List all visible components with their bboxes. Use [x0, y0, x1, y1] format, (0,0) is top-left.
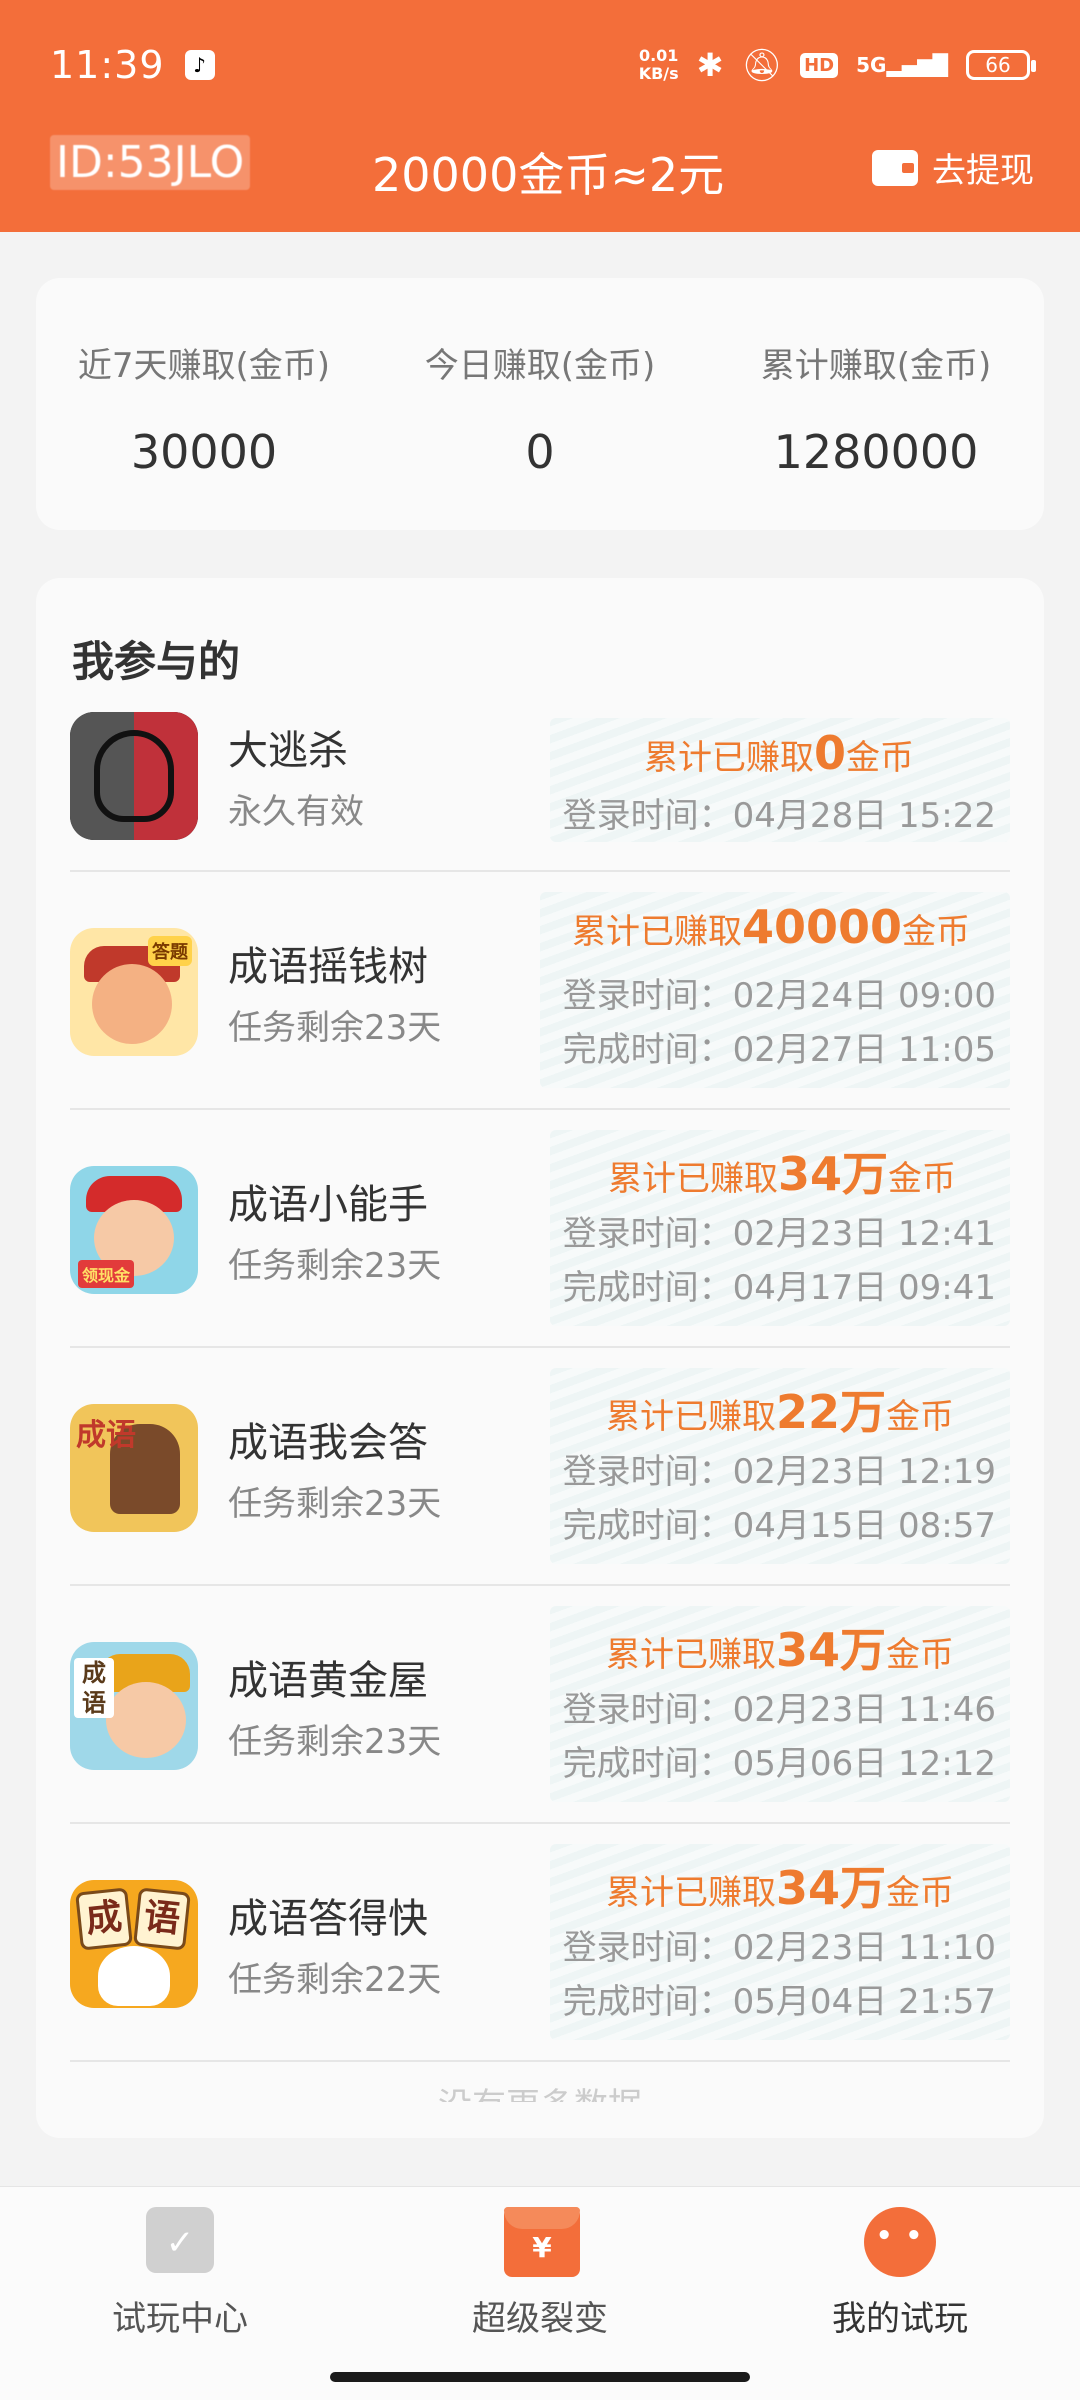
complete-time: 完成时间：04月15日 08:57 — [562, 1506, 996, 1546]
earn-box: 累计已赚取34万金币 登录时间：02月23日 11:46 完成时间：05月06日… — [550, 1606, 1010, 1802]
list-item[interactable]: 成 语 成语答得快 任务剩余22天 累计已赚取34万金币 登录时间：02月23日… — [70, 1824, 1010, 2062]
earnings-summary-card: 近7天赚取(金币) 30000 今日赚取(金币) 0 累计赚取(金币) 1280… — [36, 278, 1044, 530]
earn-total: 累计已赚取34万金币 — [607, 1147, 956, 1201]
game-remaining: 任务剩余22天 — [228, 1960, 442, 2000]
status-bar: 11:39 ♪ 0.01 KB/s ✱ 🔕︎ HD 5G▂▄▆█ 66 — [0, 30, 1080, 100]
bluetooth-icon: ✱ — [696, 46, 724, 84]
earn-box: 累计已赚取34万金币 登录时间：02月23日 11:10 完成时间：05月04日… — [550, 1844, 1010, 2040]
earn-total: 累计已赚取34万金币 — [605, 1623, 954, 1677]
game-remaining: 任务剩余23天 — [228, 1246, 442, 1286]
earn-box: 累计已赚取22万金币 登录时间：02月23日 12:19 完成时间：04月15日… — [550, 1368, 1010, 1564]
net-speed: 0.01 KB/s — [638, 46, 679, 83]
list-item[interactable]: 成语 成语我会答 任务剩余23天 累计已赚取22万金币 登录时间：02月23日 … — [70, 1348, 1010, 1586]
login-time: 登录时间：02月23日 11:10 — [562, 1928, 996, 1968]
tab-super-fission[interactable]: 超级裂变 — [410, 2207, 670, 2340]
red-envelope-icon — [504, 2207, 580, 2277]
tab-trial-center[interactable]: 试玩中心 — [50, 2207, 310, 2340]
earn-box: 累计已赚取0金币 登录时间：04月28日 15:22 — [550, 718, 1010, 842]
mute-bell-icon: 🔕︎ — [741, 46, 783, 84]
game-name: 大逃杀 — [228, 728, 348, 774]
exchange-rate: 20000金币≈2元 — [372, 148, 725, 202]
game-name: 成语摇钱树 — [228, 944, 428, 990]
game-name: 成语小能手 — [228, 1182, 428, 1228]
game-remaining: 任务剩余23天 — [228, 1722, 442, 1762]
gorilla-app-icon — [70, 712, 198, 840]
complete-time: 完成时间：05月06日 12:12 — [562, 1744, 996, 1784]
money-tree-app-icon: 答题 — [70, 928, 198, 1056]
login-time: 登录时间：02月23日 12:41 — [562, 1214, 996, 1254]
signal-icon: 5G▂▄▆█ — [856, 53, 948, 77]
list-item[interactable]: 领现金 成语小能手 任务剩余23天 累计已赚取34万金币 登录时间：02月23日… — [70, 1110, 1010, 1348]
quick-answer-app-icon: 成 语 — [70, 1880, 198, 2008]
mascot-icon — [864, 2207, 936, 2277]
stat-7days: 近7天赚取(金币) 30000 — [77, 346, 331, 479]
participated-list-card: 我参与的 大逃杀 永久有效 累计已赚取0金币 登录时间：04月28日 15:22… — [36, 578, 1044, 2138]
login-time: 登录时间：02月24日 09:00 — [562, 976, 996, 1016]
tab-my-trials[interactable]: 我的试玩 — [770, 2207, 1030, 2340]
game-remaining: 任务剩余23天 — [228, 1484, 442, 1524]
stat-today: 今日赚取(金币) 0 — [424, 346, 656, 479]
list-item[interactable]: 答题 成语摇钱树 任务剩余23天 累计已赚取40000金币 登录时间：02月24… — [70, 872, 1010, 1110]
game-validity: 永久有效 — [228, 792, 364, 832]
earn-box: 累计已赚取40000金币 登录时间：02月24日 09:00 完成时间：02月2… — [540, 892, 1010, 1088]
login-time: 登录时间：04月28日 15:22 — [562, 796, 996, 836]
earn-box: 累计已赚取34万金币 登录时间：02月23日 12:41 完成时间：04月17日… — [550, 1130, 1010, 1326]
idiom-expert-app-icon: 领现金 — [70, 1166, 198, 1294]
earn-total: 累计已赚取34万金币 — [605, 1861, 954, 1915]
game-remaining: 任务剩余23天 — [228, 1008, 442, 1048]
stat-total: 累计赚取(金币) 1280000 — [760, 346, 992, 479]
header: 11:39 ♪ 0.01 KB/s ✱ 🔕︎ HD 5G▂▄▆█ 66 ID:5… — [0, 0, 1080, 232]
home-indicator[interactable] — [330, 2372, 750, 2382]
golden-house-app-icon: 成语 — [70, 1642, 198, 1770]
earn-total: 累计已赚取22万金币 — [605, 1385, 954, 1439]
game-name: 成语答得快 — [228, 1896, 428, 1942]
list-item[interactable]: 大逃杀 永久有效 累计已赚取0金币 登录时间：04月28日 15:22 — [70, 712, 1010, 872]
login-time: 登录时间：02月23日 12:19 — [562, 1452, 996, 1492]
idiom-answer-app-icon: 成语 — [70, 1404, 198, 1532]
complete-time: 完成时间：05月04日 21:57 — [562, 1982, 996, 2022]
game-name: 成语我会答 — [228, 1420, 428, 1466]
withdraw-button[interactable]: 去提现 — [872, 143, 1034, 192]
list-title: 我参与的 — [72, 637, 241, 686]
bottom-nav: 试玩中心 超级裂变 我的试玩 — [0, 2186, 1080, 2356]
calendar-check-icon — [146, 2207, 214, 2273]
status-time: 11:39 — [50, 43, 165, 87]
game-name: 成语黄金屋 — [228, 1658, 428, 1704]
login-time: 登录时间：02月23日 11:46 — [562, 1690, 996, 1730]
earn-total: 累计已赚取40000金币 — [571, 900, 970, 954]
earn-total: 累计已赚取0金币 — [643, 726, 914, 780]
battery-icon: 66 — [966, 50, 1036, 80]
wallet-icon — [872, 149, 918, 186]
withdraw-label: 去提现 — [932, 151, 1034, 191]
tiktok-icon: ♪ — [184, 50, 215, 80]
list-item[interactable]: 成语 成语黄金屋 任务剩余23天 累计已赚取34万金币 登录时间：02月23日 … — [70, 1586, 1010, 1824]
no-more-data-text: 没有更多数据 — [36, 2078, 1044, 2102]
user-id: ID:53JLO — [50, 135, 251, 190]
complete-time: 完成时间：04月17日 09:41 — [562, 1268, 996, 1308]
hd-badge: HD — [800, 52, 839, 78]
complete-time: 完成时间：02月27日 11:05 — [562, 1030, 996, 1070]
